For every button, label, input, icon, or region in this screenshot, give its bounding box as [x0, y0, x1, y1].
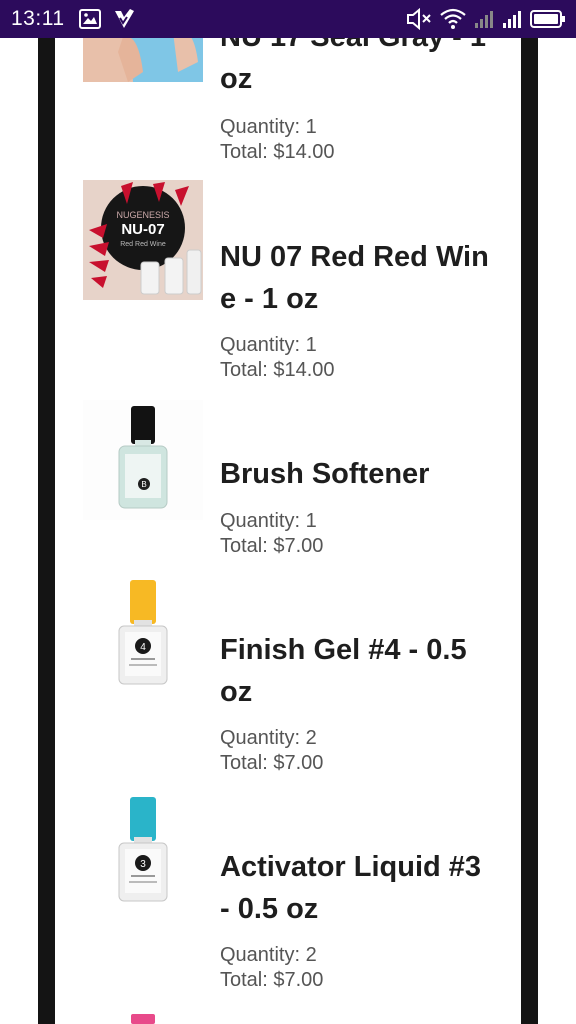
product-thumbnail[interactable]: B	[83, 400, 203, 520]
battery-icon	[530, 9, 566, 29]
product-thumbnail[interactable]: 3	[83, 793, 203, 913]
thumb-label: 3	[140, 859, 146, 870]
product-total: Total: $14.00	[220, 141, 335, 163]
product-name[interactable]: NU 07 Red Red Wine - 1 oz	[220, 236, 490, 320]
product-name[interactable]: NU 17 Seal Gray - 1 oz	[220, 38, 490, 100]
product-quantity: Quantity: 1	[220, 116, 317, 138]
frame-right	[538, 38, 576, 1024]
product-thumbnail[interactable]: NUGENESIS NU-07 Red Red Wine	[83, 180, 203, 300]
product-total: Total: $7.00	[220, 969, 324, 991]
product-total: Total: $14.00	[220, 359, 335, 381]
product-thumbnail[interactable]	[83, 38, 203, 82]
product-name[interactable]: Brush Softener	[220, 453, 490, 495]
thumb-label: 4	[140, 642, 146, 653]
product-name[interactable]: Activator Liquid #3 - 0.5 oz	[220, 846, 490, 930]
app-check-icon	[113, 8, 135, 30]
status-bar: 13:11	[0, 0, 576, 38]
thumb-label: NU-07	[121, 221, 164, 238]
frame-border-right	[521, 38, 538, 1024]
product-quantity: Quantity: 1	[220, 334, 317, 356]
frame-border-left	[38, 38, 55, 1024]
thumb-label: B	[141, 480, 146, 489]
product-quantity: Quantity: 2	[220, 944, 317, 966]
product-thumbnail[interactable]: 4	[83, 576, 203, 696]
product-total: Total: $7.00	[220, 752, 324, 774]
frame-left	[0, 38, 38, 1024]
product-name[interactable]: Finish Gel #4 - 0.5 oz	[220, 629, 490, 713]
signal-icon	[502, 9, 522, 29]
cart-list[interactable]: NU 17 Seal Gray - 1 oz Quantity: 1 Total…	[55, 38, 521, 1024]
wifi-icon	[440, 8, 466, 30]
product-quantity: Quantity: 1	[220, 510, 317, 532]
signal-icon	[474, 9, 494, 29]
status-time: 13:11	[11, 7, 65, 30]
product-total: Total: $7.00	[220, 535, 324, 557]
product-quantity: Quantity: 2	[220, 727, 317, 749]
product-thumbnail[interactable]	[83, 1010, 203, 1024]
gallery-icon	[78, 9, 101, 29]
svg-text:NUGENESIS: NUGENESIS	[116, 210, 169, 220]
mute-icon	[406, 8, 432, 30]
svg-text:Red Red Wine: Red Red Wine	[120, 241, 166, 248]
